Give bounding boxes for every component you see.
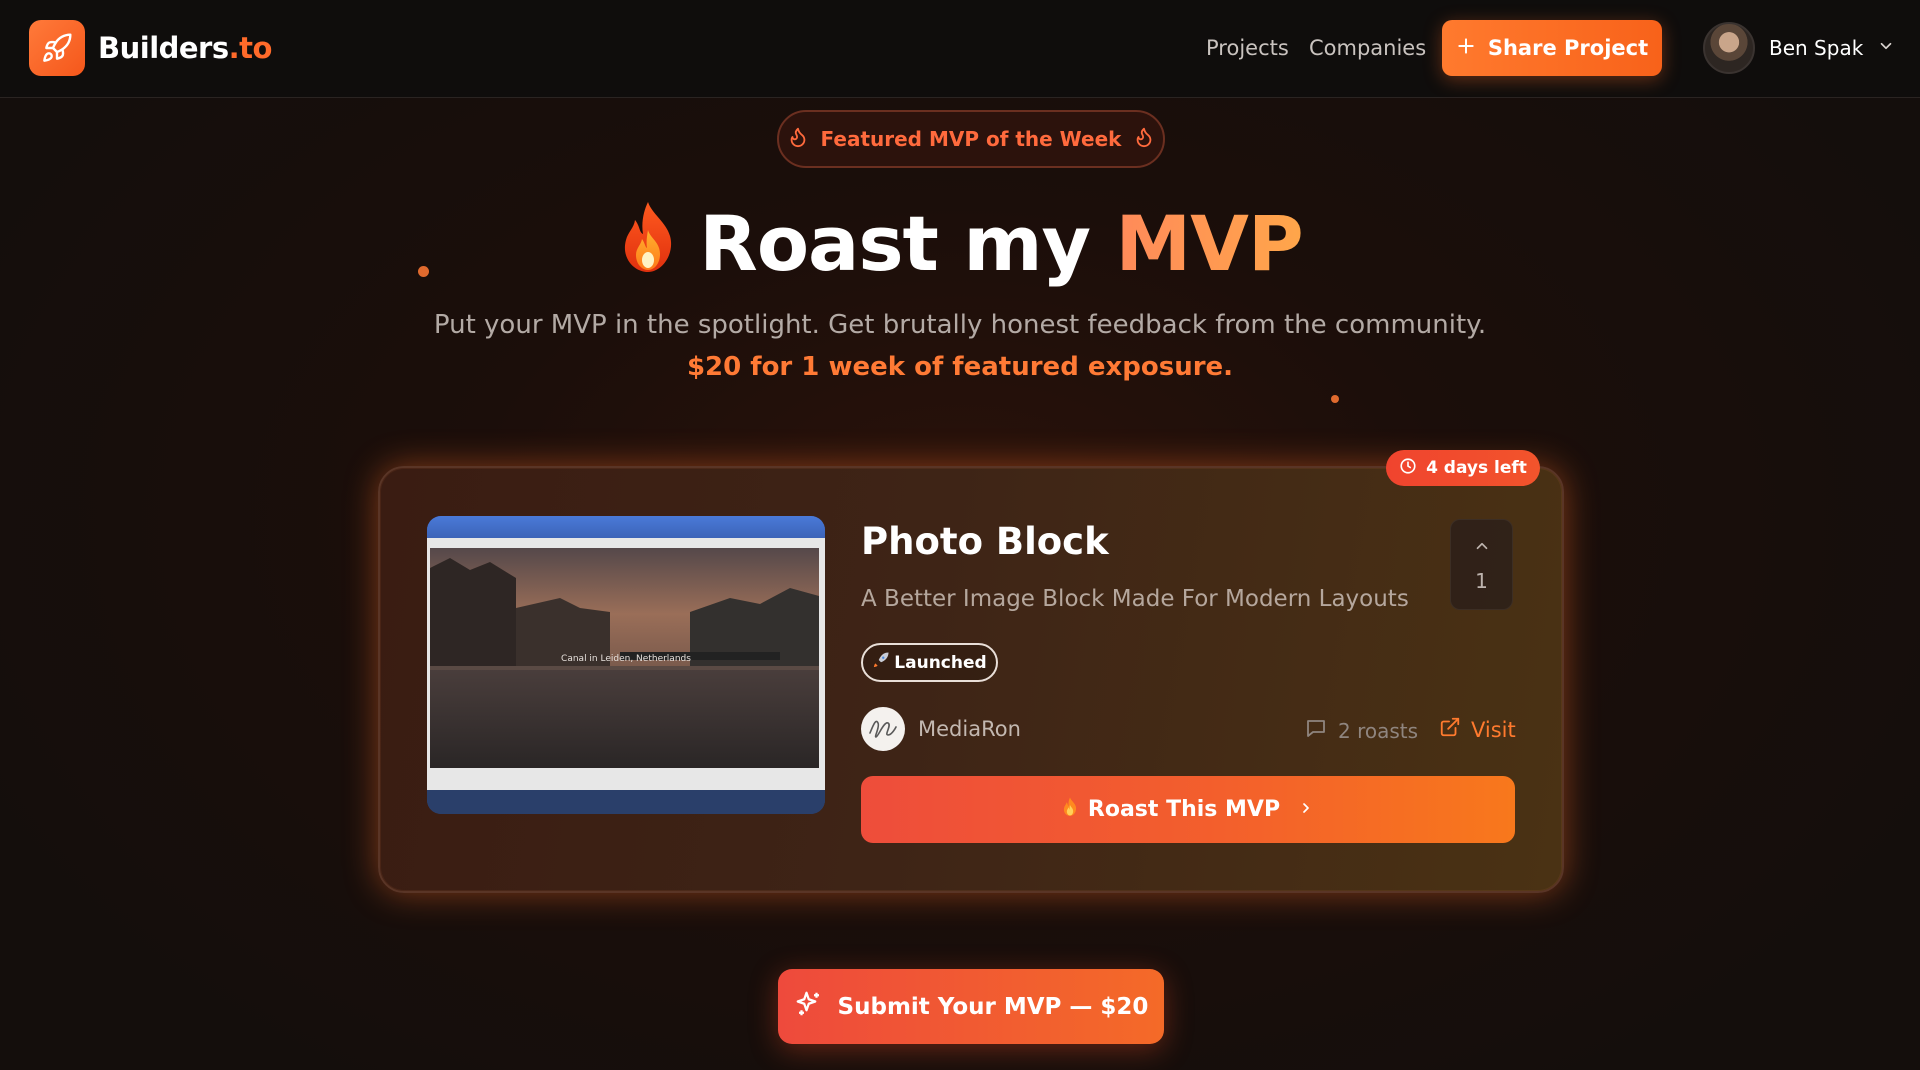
page-title: Roast my MVP — [0, 196, 1920, 298]
project-tagline: A Better Image Block Made For Modern Lay… — [861, 586, 1409, 612]
maker-name: MediaRon — [918, 717, 1021, 741]
status-label: Launched — [894, 652, 987, 673]
screenshot-caption: Canal in Leiden, Netherlands — [561, 654, 691, 664]
share-project-button[interactable]: Share Project — [1442, 20, 1662, 76]
featured-badge: Featured MVP of the Week — [777, 110, 1165, 168]
avatar — [1703, 22, 1755, 74]
chevron-up-icon — [1473, 537, 1491, 559]
project-title[interactable]: Photo Block — [861, 520, 1109, 563]
roasts-label: 2 roasts — [1338, 718, 1419, 743]
nav-link-companies[interactable]: Companies — [1309, 36, 1426, 60]
clock-icon — [1399, 457, 1417, 480]
hero-subtitle: Put your MVP in the spotlight. Get bruta… — [433, 310, 1487, 340]
browser-bar — [427, 516, 825, 538]
logo-wordmark: Builders.to — [98, 31, 272, 65]
external-link-icon — [1439, 716, 1461, 743]
submit-button-label: Submit Your MVP — $20 — [837, 993, 1149, 1020]
status-badge: Launched — [861, 643, 998, 682]
logo-home-link[interactable]: Builders.to — [29, 20, 272, 76]
visit-link[interactable]: Visit — [1439, 716, 1516, 743]
maker-avatar — [861, 707, 905, 751]
sparkles-icon — [794, 989, 824, 1025]
upvote-button[interactable]: 1 — [1450, 519, 1513, 610]
roasts-count-link[interactable]: 2 roasts — [1304, 716, 1418, 745]
top-nav-bar: Builders.to Projects Companies Share Pro… — [0, 0, 1920, 98]
rocket-icon — [872, 651, 890, 674]
featured-label: Featured MVP of the Week — [820, 127, 1122, 151]
flame-icon — [1133, 126, 1155, 153]
days-left-badge: 4 days left — [1386, 450, 1540, 486]
submit-mvp-button[interactable]: Submit Your MVP — $20 — [778, 969, 1164, 1044]
visit-label: Visit — [1471, 717, 1516, 742]
share-project-label: Share Project — [1487, 36, 1649, 60]
rocket-icon — [29, 20, 85, 76]
title-accent: MVP — [1115, 199, 1304, 288]
chevron-right-icon — [1298, 797, 1314, 822]
upvote-count: 1 — [1475, 568, 1488, 593]
roast-button-label: Roast This MVP — [1087, 797, 1281, 822]
title-main: Roast my — [699, 199, 1091, 288]
plus-icon — [1456, 36, 1476, 61]
user-menu[interactable]: Ben Spak — [1703, 22, 1895, 74]
nav-link-projects[interactable]: Projects — [1206, 36, 1289, 60]
roast-this-mvp-button[interactable]: Roast This MVP — [861, 776, 1515, 843]
fire-emoji-icon — [1062, 797, 1078, 823]
decor-dot — [418, 266, 429, 277]
flame-icon — [787, 126, 809, 153]
chevron-down-icon — [1877, 37, 1895, 59]
screenshot-footer — [427, 790, 825, 814]
days-left-label: 4 days left — [1426, 458, 1527, 478]
project-screenshot[interactable]: Canal in Leiden, Netherlands — [427, 516, 825, 814]
fire-emoji-icon — [617, 200, 679, 298]
decor-dot — [1331, 395, 1339, 403]
maker-link[interactable]: MediaRon — [861, 707, 1021, 751]
user-name: Ben Spak — [1769, 36, 1864, 60]
comment-icon — [1304, 716, 1328, 745]
hero-price-line: $20 for 1 week of featured exposure. — [686, 352, 1234, 382]
